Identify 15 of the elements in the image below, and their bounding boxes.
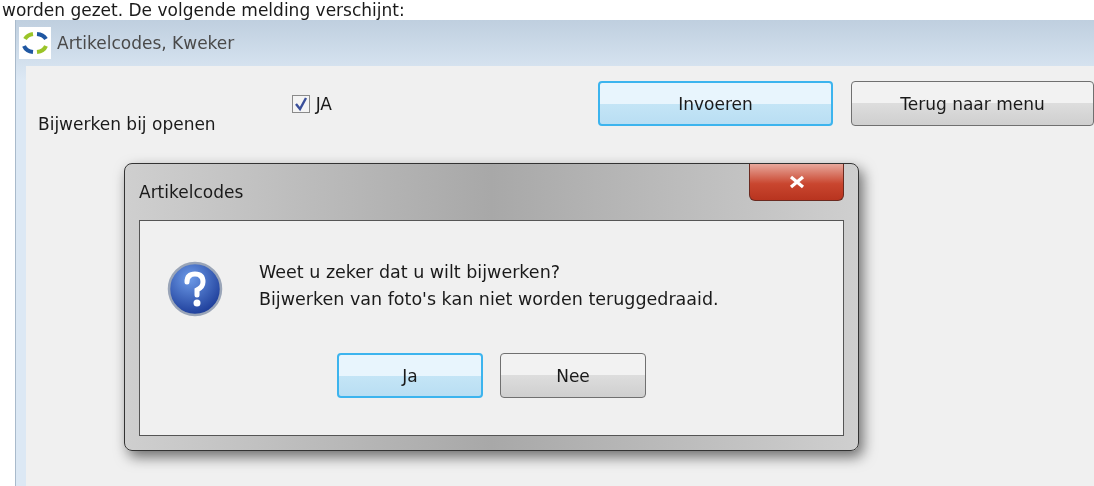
field-label: Bijwerken bij openen: [38, 113, 216, 134]
dialog-button[interactable]: Ja: [337, 353, 483, 398]
close-icon: [787, 175, 806, 189]
close-button[interactable]: [749, 164, 844, 201]
message-text: Bijwerken van foto's kan niet worden teruggedraaid.: [259, 289, 719, 309]
action-button[interactable]: Invoeren: [598, 81, 833, 126]
checkbox[interactable]: [291, 95, 310, 113]
caption-text: worden gezet. De volgende melding verschijnt:: [1, 0, 406, 20]
action-button[interactable]: Terug naar menu: [851, 81, 1094, 126]
dialog-button[interactable]: Nee: [500, 353, 646, 398]
window-title: Artikelcodes, Kweker: [57, 33, 235, 53]
message-text: Weet u zeker dat u wilt bijwerken?: [259, 262, 561, 282]
checkbox-label: JA: [315, 94, 332, 114]
question-icon: [167, 261, 223, 317]
dialog-title: Artikelcodes: [139, 181, 244, 202]
